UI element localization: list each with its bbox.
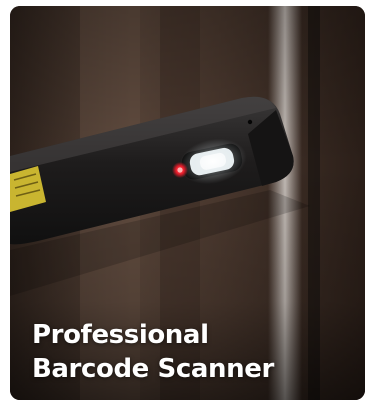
product-caption: Professional Barcode Scanner	[32, 318, 274, 386]
caption-line-1: Professional	[32, 320, 209, 350]
product-card[interactable]: Professional Barcode Scanner	[10, 6, 365, 400]
caption-line-2: Barcode Scanner	[32, 354, 274, 384]
page: Professional Barcode Scanner	[0, 0, 369, 403]
